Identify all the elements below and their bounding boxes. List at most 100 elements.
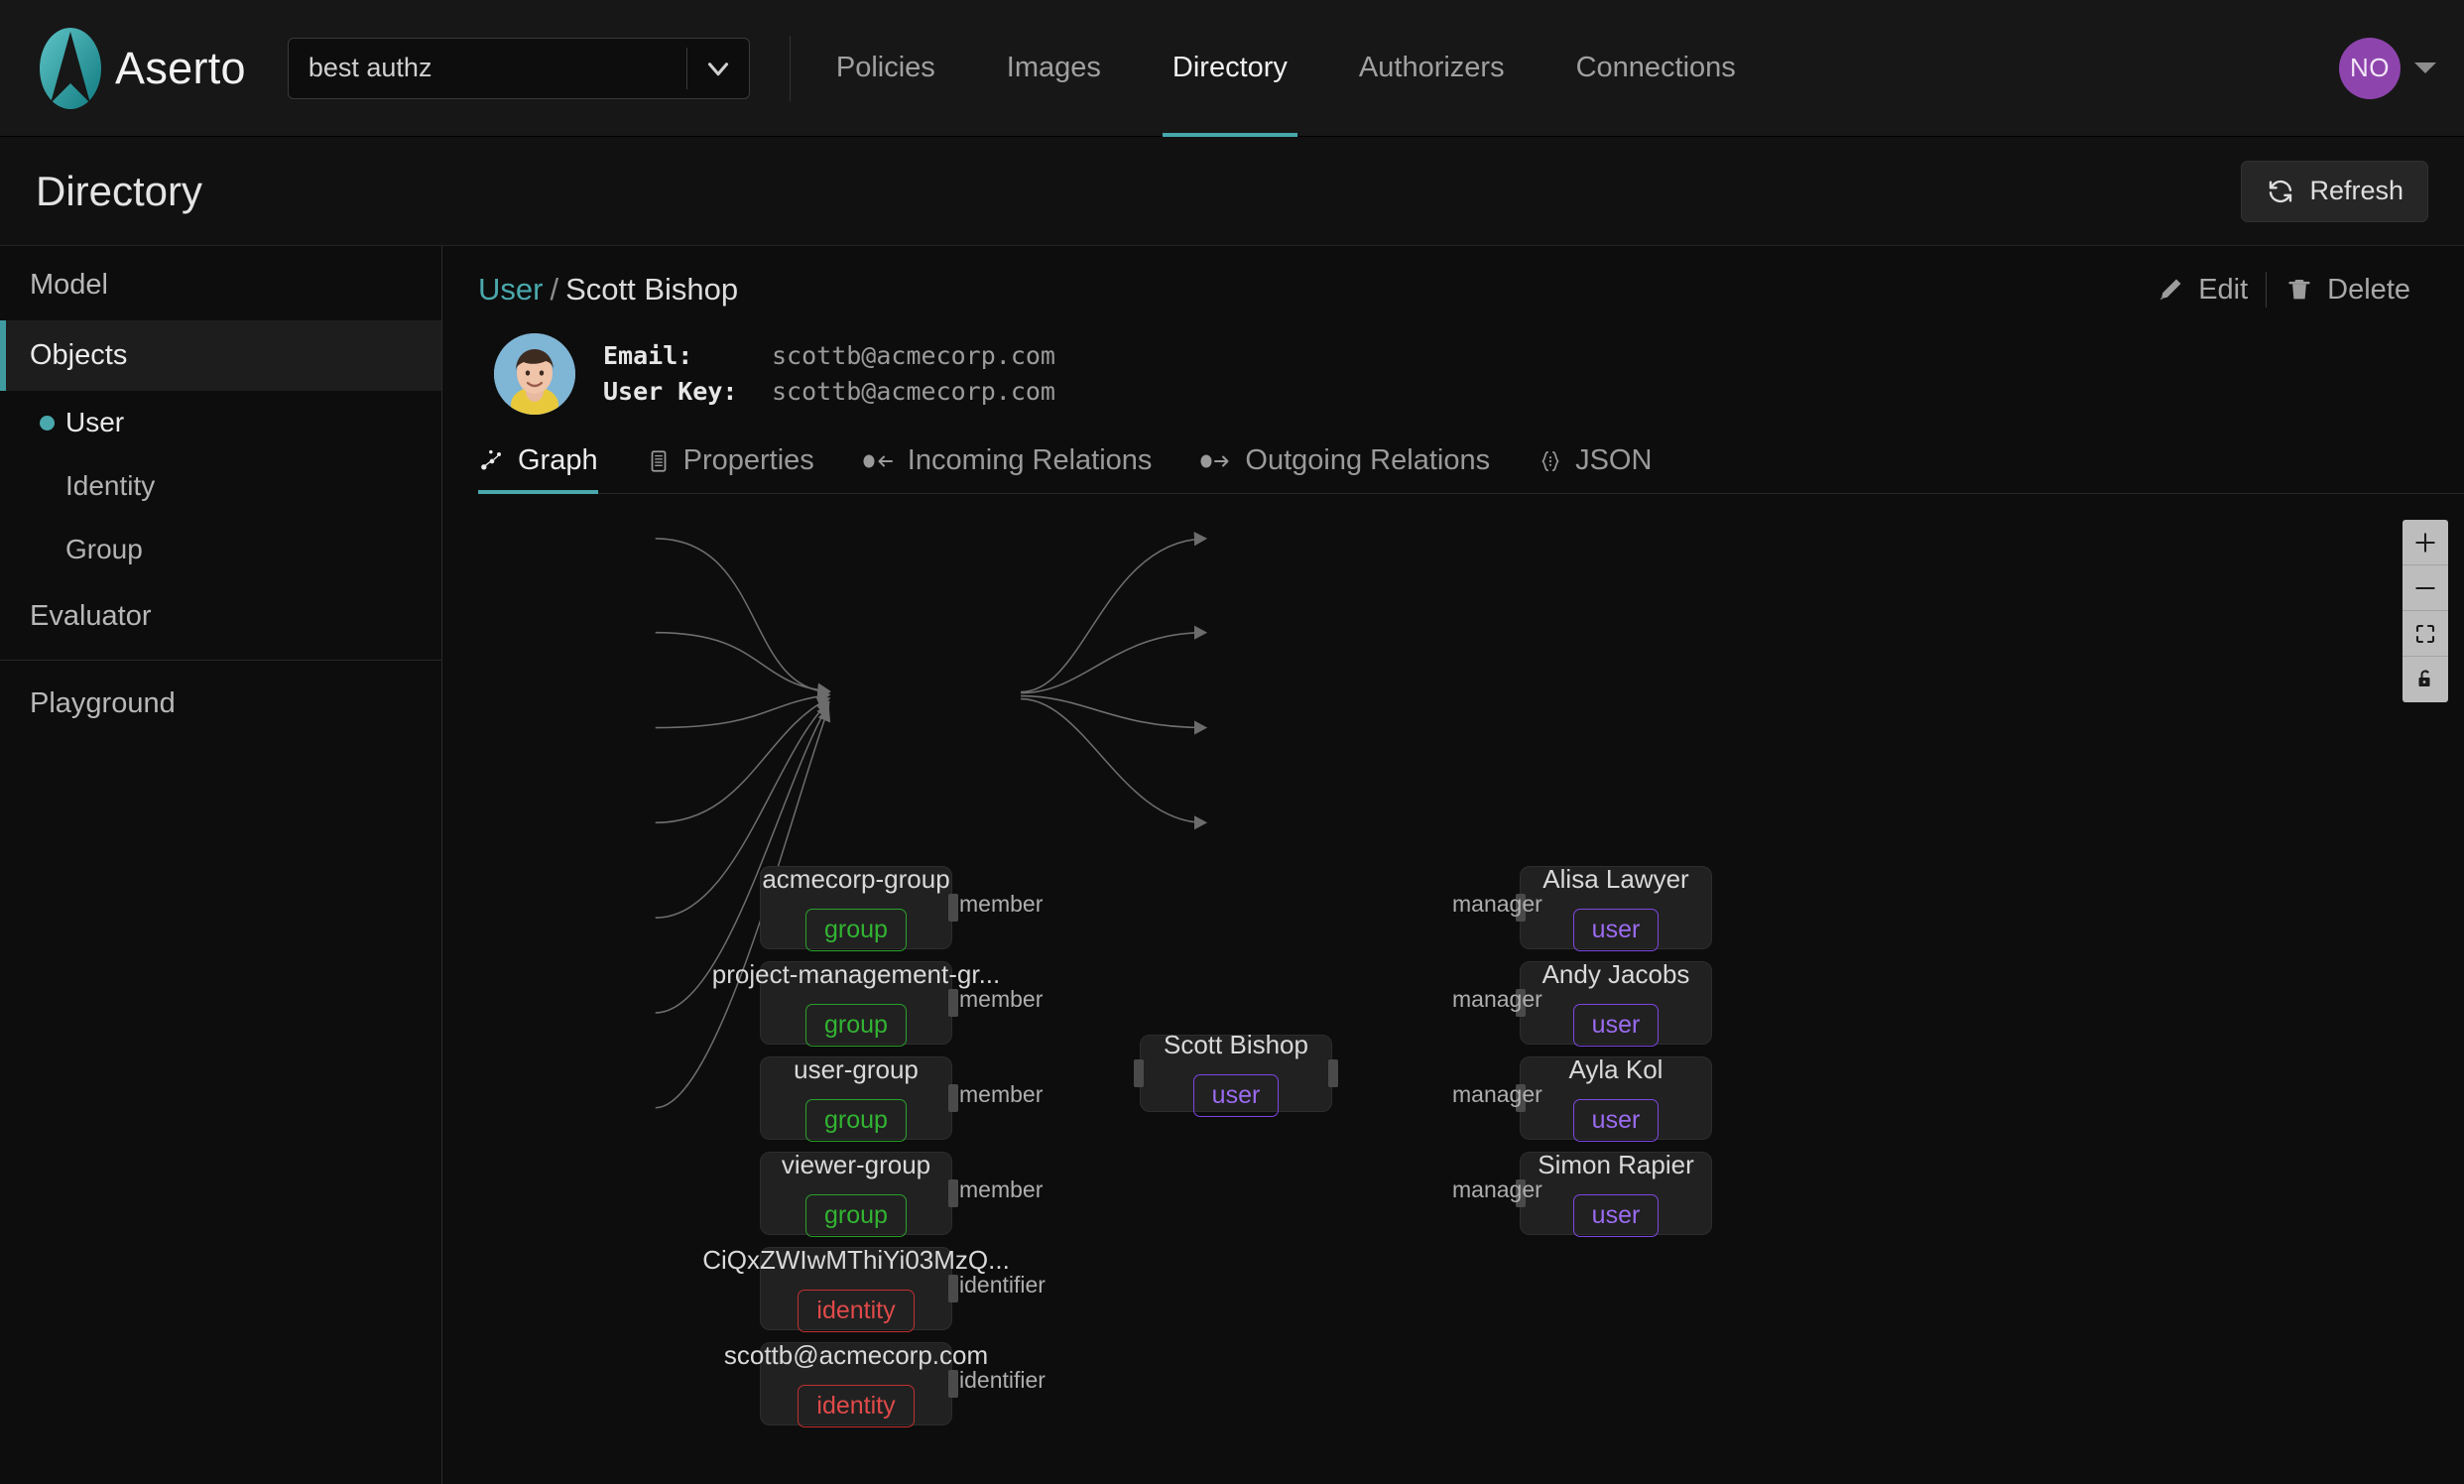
tab-properties-label: Properties xyxy=(682,444,814,476)
graph-node-title: Scott Bishop xyxy=(1164,1030,1308,1059)
sidebar-subitem-identity[interactable]: Identity xyxy=(0,454,441,518)
delete-button[interactable]: Delete xyxy=(2267,274,2428,307)
main-nav: Policies Images Directory Authorizers Co… xyxy=(801,0,1772,137)
sidebar-subitem-identity-label: Identity xyxy=(65,470,156,501)
zoom-in-button[interactable] xyxy=(2402,520,2448,565)
tab-outgoing-relations-label: Outgoing Relations xyxy=(1245,444,1491,476)
graph-node-acmecorp-group[interactable]: acmecorp-group group xyxy=(760,864,952,951)
edge-handle xyxy=(948,1275,958,1302)
graph-node-project-management-group[interactable]: project-management-gr... group xyxy=(712,959,1000,1047)
graph-node-badge: user xyxy=(1572,1194,1660,1237)
minus-icon xyxy=(2415,586,2435,589)
edge-handle xyxy=(1516,1179,1526,1207)
graph-node-badge: group xyxy=(805,1004,907,1047)
field-user-key-value: scottb@acmecorp.com xyxy=(772,377,1055,406)
field-email: Email: scottb@acmecorp.com xyxy=(603,338,1055,374)
field-user-key-label: User Key: xyxy=(603,377,738,406)
graph-zoom-controls xyxy=(2402,520,2448,702)
graph-node-andy-jacobs[interactable]: Andy Jacobs user xyxy=(1520,959,1712,1047)
account-menu[interactable]: NO xyxy=(2339,37,2436,99)
edge-handle xyxy=(948,894,958,922)
nav-divider xyxy=(789,35,791,101)
plus-icon xyxy=(2415,532,2435,553)
graph-node-title: Alisa Lawyer xyxy=(1542,864,1689,894)
graph-node-badge: user xyxy=(1572,909,1660,951)
graph-node-user-group[interactable]: user-group group xyxy=(760,1054,952,1142)
edge-handle xyxy=(1516,989,1526,1017)
nav-item-images[interactable]: Images xyxy=(971,0,1137,137)
trash-icon xyxy=(2288,280,2310,300)
lock-button[interactable] xyxy=(2402,657,2448,702)
edit-button[interactable]: Edit xyxy=(2138,274,2266,307)
tab-incoming-relations-label: Incoming Relations xyxy=(907,444,1153,476)
tenant-select-value: best authz xyxy=(308,53,432,82)
brand-name: Aserto xyxy=(115,42,246,93)
tenant-select-divider xyxy=(685,47,687,89)
graph-node-alisa-lawyer[interactable]: Alisa Lawyer user xyxy=(1520,864,1712,951)
graph-canvas[interactable]: acmecorp-group group project-management-… xyxy=(442,494,2464,1484)
sidebar-item-model[interactable]: Model xyxy=(0,250,441,320)
edit-button-label: Edit xyxy=(2198,273,2249,306)
tab-outgoing-relations[interactable]: Outgoing Relations xyxy=(1199,444,1512,493)
breadcrumb: User / Scott Bishop xyxy=(478,272,738,308)
tab-graph-label: Graph xyxy=(518,444,598,476)
tab-graph[interactable]: Graph xyxy=(478,444,620,494)
graph-node-simon-rapier[interactable]: Simon Rapier user xyxy=(1520,1150,1712,1237)
sidebar-subitem-user[interactable]: User xyxy=(0,391,441,454)
breadcrumb-row: User / Scott Bishop Edit Delete xyxy=(478,272,2428,308)
delete-button-label: Delete xyxy=(2327,273,2410,306)
caret-down-icon xyxy=(2414,62,2436,73)
graph-node-title: Simon Rapier xyxy=(1538,1150,1694,1179)
tab-json[interactable]: JSON xyxy=(1538,444,1673,493)
page-title: Directory xyxy=(36,167,203,214)
sidebar-item-playground[interactable]: Playground xyxy=(0,669,441,739)
nav-item-directory[interactable]: Directory xyxy=(1137,0,1323,137)
nav-item-authorizers[interactable]: Authorizers xyxy=(1323,0,1540,137)
graph-node-ayla-kol[interactable]: Ayla Kol user xyxy=(1520,1054,1712,1142)
brand-logo[interactable]: Aserto xyxy=(38,26,246,111)
graph-node-title: scottb@acmecorp.com xyxy=(723,1340,989,1370)
sidebar-subitem-user-label: User xyxy=(65,407,125,437)
selected-dot-icon xyxy=(40,415,55,431)
edge-handle xyxy=(1134,1059,1144,1087)
refresh-button[interactable]: Refresh xyxy=(2241,160,2428,222)
graph-node-scott-bishop-center[interactable]: Scott Bishop user xyxy=(1140,1030,1332,1117)
arrow-out-icon xyxy=(1200,454,1229,467)
fit-view-icon xyxy=(2415,624,2435,643)
arrow-in-icon xyxy=(863,454,893,467)
fit-view-button[interactable] xyxy=(2402,611,2448,657)
tab-incoming-relations[interactable]: Incoming Relations xyxy=(862,444,1174,493)
graph-node-viewer-group[interactable]: viewer-group group xyxy=(760,1150,952,1237)
tab-json-label: JSON xyxy=(1575,444,1653,476)
sidebar-item-evaluator[interactable]: Evaluator xyxy=(0,581,441,652)
sidebar-subitem-group[interactable]: Group xyxy=(0,518,441,581)
refresh-icon xyxy=(2270,180,2292,202)
detail-actions: Edit Delete xyxy=(2138,272,2428,308)
list-icon xyxy=(651,449,666,472)
body: Model Objects User Identity Group Evalua… xyxy=(0,246,2464,1484)
breadcrumb-root[interactable]: User xyxy=(478,272,543,307)
graph-icon xyxy=(481,449,501,470)
graph-node-title: Ayla Kol xyxy=(1568,1054,1663,1084)
tab-properties[interactable]: Properties xyxy=(646,444,836,493)
user-photo-avatar xyxy=(494,333,575,415)
graph-node-identity-email[interactable]: scottb@acmecorp.com identity xyxy=(724,1340,988,1427)
user-fields: Email: scottb@acmecorp.com User Key: sco… xyxy=(603,338,1055,411)
graph-node-identity-ciqx[interactable]: CiQxZWIwMThiYi03MzQ... identity xyxy=(702,1245,1010,1332)
sidebar-item-objects[interactable]: Objects xyxy=(0,320,441,391)
sidebar-divider xyxy=(0,660,441,661)
nav-item-policies[interactable]: Policies xyxy=(801,0,971,137)
zoom-out-button[interactable] xyxy=(2402,565,2448,611)
nav-item-connections[interactable]: Connections xyxy=(1540,0,1772,137)
graph-node-title: CiQxZWIwMThiYi03MzQ... xyxy=(702,1245,1010,1275)
refresh-button-label: Refresh xyxy=(2309,176,2403,205)
edge-handle xyxy=(1328,1059,1338,1087)
user-profile: Email: scottb@acmecorp.com User Key: sco… xyxy=(478,308,2428,415)
graph-node-badge: identity xyxy=(798,1385,915,1427)
field-email-value: scottb@acmecorp.com xyxy=(772,340,1055,370)
tenant-select[interactable]: best authz xyxy=(287,37,750,99)
breadcrumb-separator: / xyxy=(550,272,559,307)
graph-node-title: user-group xyxy=(794,1054,919,1084)
graph-node-title: acmecorp-group xyxy=(762,864,950,894)
detail-header: User / Scott Bishop Edit Delete Email: s… xyxy=(442,246,2464,415)
